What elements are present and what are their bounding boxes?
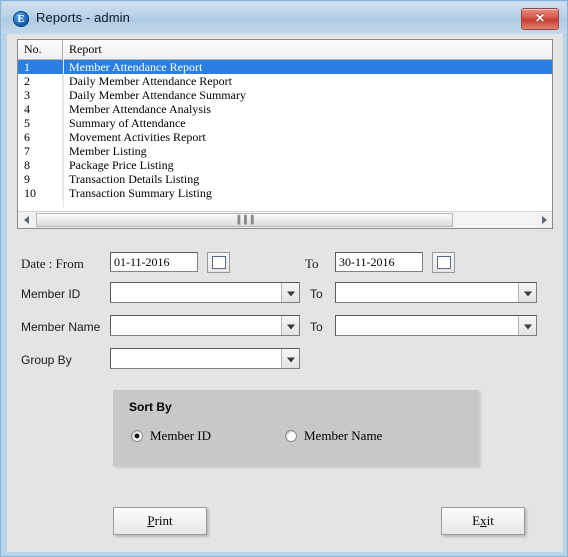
- member-name-to-combo[interactable]: [335, 315, 537, 336]
- app-logo-icon: E: [13, 11, 29, 27]
- report-row-name: Transaction Details Listing: [69, 172, 200, 186]
- chevron-down-icon[interactable]: [281, 349, 299, 368]
- group-by-combo[interactable]: [110, 348, 300, 369]
- scroll-right-arrow-icon[interactable]: [535, 212, 552, 228]
- report-list-row[interactable]: 4 Member Attendance Analysis: [18, 102, 552, 116]
- report-row-name: Summary of Attendance: [69, 116, 186, 130]
- member-id-to-combo[interactable]: [335, 282, 537, 303]
- report-row-name: Package Price Listing: [69, 158, 174, 172]
- date-to-calendar-button[interactable]: [432, 252, 455, 273]
- sort-by-title: Sort By: [129, 400, 172, 414]
- radio-unselected-icon: [285, 430, 297, 442]
- client-area: No. Report 1 Member Attendance Report 2 Dai…: [7, 34, 563, 552]
- report-list-row[interactable]: 5 Summary of Attendance: [18, 116, 552, 130]
- report-list-row[interactable]: 1 Member Attendance Report: [18, 60, 552, 74]
- scroll-left-arrow-icon[interactable]: [18, 212, 35, 228]
- member-name-to-label: To: [310, 320, 323, 334]
- date-to-input[interactable]: [335, 252, 423, 272]
- close-button[interactable]: ✕: [521, 8, 559, 30]
- sort-by-panel: Sort By Member ID Member Name: [113, 390, 479, 466]
- calendar-icon: [437, 256, 451, 269]
- member-name-label: Member Name: [21, 320, 101, 334]
- report-row-name: Member Attendance Analysis: [69, 102, 211, 116]
- list-column-divider: [63, 59, 64, 207]
- report-list-row[interactable]: 7 Member Listing: [18, 144, 552, 158]
- exit-button[interactable]: Exit: [441, 507, 525, 535]
- report-row-name: Daily Member Attendance Summary: [69, 88, 246, 102]
- title-bar: E Reports - admin ✕: [2, 2, 567, 35]
- report-row-number: 4: [18, 102, 63, 116]
- report-row-name: Member Attendance Report: [69, 60, 203, 74]
- report-list-row[interactable]: 6 Movement Activities Report: [18, 130, 552, 144]
- report-list-row[interactable]: 2 Daily Member Attendance Report: [18, 74, 552, 88]
- date-from-input[interactable]: [110, 252, 198, 272]
- column-header-report[interactable]: Report: [63, 40, 552, 59]
- report-row-number: 2: [18, 74, 63, 88]
- radio-sort-member-id[interactable]: Member ID: [131, 428, 211, 444]
- column-header-no[interactable]: No.: [18, 40, 63, 59]
- radio-sort-member-name[interactable]: Member Name: [285, 428, 382, 444]
- chevron-down-icon[interactable]: [281, 283, 299, 302]
- report-row-name: Daily Member Attendance Report: [69, 74, 232, 88]
- exit-label-rest: it: [486, 513, 494, 528]
- report-list-row[interactable]: 3 Daily Member Attendance Summary: [18, 88, 552, 102]
- print-label-rest: rint: [154, 513, 173, 528]
- print-button[interactable]: Print: [113, 507, 207, 535]
- date-from-calendar-button[interactable]: [207, 252, 230, 273]
- close-icon: ✕: [534, 11, 546, 25]
- report-row-number: 5: [18, 116, 63, 130]
- exit-label-prefix: E: [472, 513, 481, 528]
- radio-label-member-id: Member ID: [150, 428, 212, 443]
- report-list-row[interactable]: 9 Transaction Details Listing: [18, 172, 552, 186]
- calendar-icon: [212, 256, 226, 269]
- print-accel: P: [147, 513, 155, 528]
- chevron-down-icon[interactable]: [518, 316, 536, 335]
- report-list-row[interactable]: 8 Package Price Listing: [18, 158, 552, 172]
- report-row-number: 8: [18, 158, 63, 172]
- report-row-name: Member Listing: [69, 144, 147, 158]
- report-row-name: Movement Activities Report: [69, 130, 206, 144]
- member-id-from-combo[interactable]: [110, 282, 300, 303]
- member-name-from-combo[interactable]: [110, 315, 300, 336]
- report-row-name: Transaction Summary Listing: [69, 186, 212, 200]
- scrollbar-grip-icon: ▐▐▐: [234, 215, 255, 224]
- report-row-number: 3: [18, 88, 63, 102]
- date-from-label: Date : From: [21, 256, 84, 271]
- window-title: Reports - admin: [36, 10, 130, 25]
- list-body: 1 Member Attendance Report 2 Daily Member A…: [18, 60, 552, 200]
- report-list-row[interactable]: 10 Transaction Summary Listing: [18, 186, 552, 200]
- member-id-label: Member ID: [21, 287, 81, 301]
- report-row-number: 6: [18, 130, 63, 144]
- group-by-label: Group By: [21, 353, 72, 367]
- date-to-label: To: [305, 256, 319, 271]
- reports-window: E Reports - admin ✕ No. Report 1 Member A…: [0, 0, 568, 557]
- report-row-number: 7: [18, 144, 63, 158]
- radio-selected-icon: [131, 430, 143, 442]
- list-header-row: No. Report: [18, 40, 552, 60]
- chevron-down-icon[interactable]: [518, 283, 536, 302]
- scrollbar-thumb[interactable]: ▐▐▐: [36, 213, 453, 227]
- report-list-view[interactable]: No. Report 1 Member Attendance Report 2 Dai…: [17, 39, 553, 229]
- chevron-down-icon[interactable]: [281, 316, 299, 335]
- report-row-number: 1: [18, 60, 63, 74]
- report-row-number: 9: [18, 172, 63, 186]
- horizontal-scrollbar[interactable]: ▐▐▐: [18, 211, 552, 228]
- member-id-to-label: To: [310, 287, 323, 301]
- radio-label-member-name: Member Name: [304, 428, 383, 443]
- report-row-number: 10: [18, 186, 63, 200]
